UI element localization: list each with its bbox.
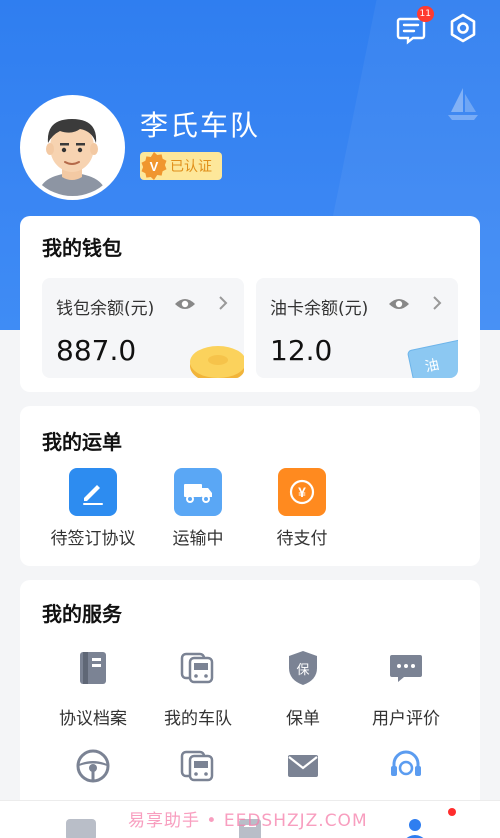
verified-badge: V 已认证 (140, 152, 222, 180)
verified-v-mark: V (150, 159, 159, 174)
wallet-title: 我的钱包 (42, 236, 122, 260)
mail-icon (283, 746, 323, 786)
sailboat-icon (446, 86, 480, 122)
bus-fleet-icon (178, 746, 218, 786)
waybill-pending-payment[interactable]: ¥ 待支付 (257, 468, 347, 549)
waybill-item-label: 待签订协议 (50, 529, 136, 549)
eye-icon[interactable] (174, 296, 196, 312)
wallet-balance-tile[interactable]: 钱包余额(元) 887.0 (42, 278, 244, 378)
verified-label: 已认证 (170, 159, 212, 175)
fuel-card-balance-tile[interactable]: 油卡余额(元) 12.0 油 (256, 278, 458, 378)
watermark: 易享助手 • EEDSHZJZ.COM (128, 811, 368, 831)
service-label: 我的车队 (164, 709, 232, 729)
waybill-item-label: 待支付 (276, 529, 328, 549)
service-steering-wheel[interactable] (43, 746, 143, 786)
fuel-card-icon: 油 (402, 338, 458, 378)
waybill-in-transit[interactable]: 运输中 (153, 468, 243, 549)
waybill-title: 我的运单 (42, 430, 122, 454)
service-agreement-archive[interactable]: 协议档案 (43, 648, 143, 729)
fuel-card-balance-label: 油卡余额(元) (270, 299, 369, 319)
service-mail[interactable] (253, 746, 353, 786)
service-policy[interactable]: 保 保单 (253, 648, 353, 729)
chevron-right-icon (432, 293, 442, 313)
waybill-pending-agreement[interactable]: 待签订协议 (48, 468, 138, 549)
verified-v-icon: V (138, 150, 170, 182)
service-label: 协议档案 (59, 709, 127, 729)
bus-fleet-icon (178, 648, 218, 688)
sign-pen-icon (69, 468, 117, 516)
chevron-right-icon (218, 293, 228, 313)
policy-glyph: 保 (296, 663, 309, 678)
message-icon[interactable]: 11 (394, 6, 434, 46)
header-actions: 11 (394, 6, 480, 46)
settings-icon[interactable] (446, 12, 480, 46)
service-customer-service[interactable] (356, 746, 456, 786)
service-my-fleet[interactable]: 我的车队 (148, 648, 248, 729)
wallet-card: 我的钱包 钱包余额(元) 887.0 油卡余额(元) 12.0 油 (20, 216, 480, 392)
document-icon (73, 648, 113, 688)
tab-profile-icon[interactable] (398, 817, 432, 838)
tab-truck-icon[interactable] (64, 817, 98, 838)
waybill-card: 我的运单 待签订协议 运输中 ¥ 待支付 (20, 406, 480, 566)
service-label: 用户评价 (372, 709, 440, 729)
steering-wheel-icon (73, 746, 113, 786)
yuan-glyph: ¥ (298, 484, 306, 500)
shield-icon: 保 (283, 648, 323, 688)
wallet-balance-label: 钱包余额(元) (56, 299, 155, 319)
gold-coin-icon (184, 338, 244, 378)
eye-icon[interactable] (388, 296, 410, 312)
truck-icon (174, 468, 222, 516)
avatar[interactable] (20, 95, 125, 200)
yuan-icon: ¥ (278, 468, 326, 516)
wallet-balance-value: 887.0 (56, 334, 137, 367)
waybill-item-label: 运输中 (172, 529, 224, 549)
service-label: 保单 (286, 709, 320, 729)
services-title: 我的服务 (42, 602, 122, 626)
notification-dot (448, 808, 456, 816)
chat-bubble-icon (386, 648, 426, 688)
team-name: 李氏车队 (140, 109, 261, 142)
fuel-card-balance-value: 12.0 (270, 334, 333, 367)
service-fleet-2[interactable] (148, 746, 248, 786)
service-user-reviews[interactable]: 用户评价 (356, 648, 456, 729)
customer-service-icon (386, 746, 426, 786)
message-count-badge: 11 (416, 6, 434, 22)
